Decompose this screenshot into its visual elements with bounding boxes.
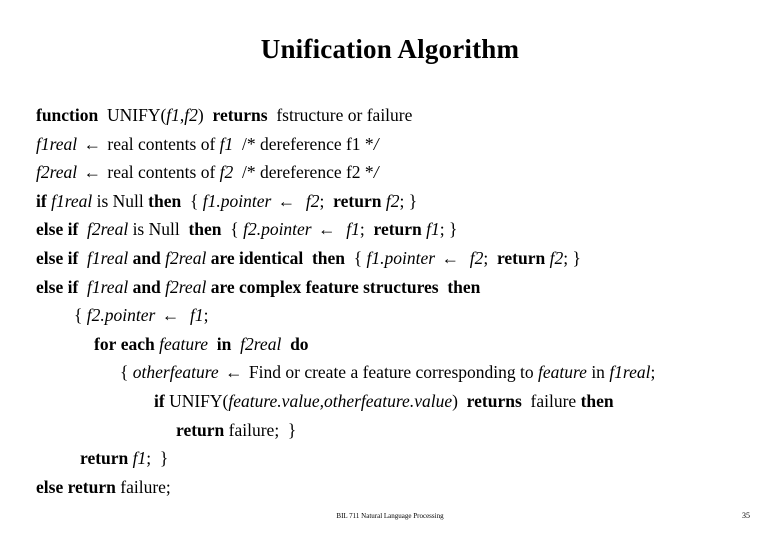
line-12-return-failure-inner: return failure; }	[176, 419, 297, 440]
page-title: Unification Algorithm	[260, 34, 520, 64]
line-10-otherfeature-assign: { otherfeature ← Find or create a featur…	[120, 362, 656, 383]
line-13-return-f1: return f1; }	[80, 448, 169, 469]
line-3-deref-f2: f2real ← real contents of f2 /* derefere…	[36, 162, 379, 183]
line-1-function-signature: function UNIFY(f1,f2) returns fstructure…	[36, 105, 413, 125]
footer-course-label: BIL 711 Natural Language Processing	[336, 512, 444, 520]
footer-page-number: 35	[742, 511, 750, 520]
line-11-if-unify-returns-failure: if UNIFY(feature.value,otherfeature.valu…	[154, 390, 614, 411]
algorithm-pseudocode-block: function UNIFY(f1,f2) returns fstructure…	[36, 101, 766, 501]
line-7-else-if-complex: else if f1real and f2real are complex fe…	[36, 276, 481, 297]
line-4-if-f1real-null: if f1real is Null then { f1.pointer ← f2…	[36, 190, 418, 211]
line-6-else-if-identical: else if f1real and f2real are identical …	[36, 247, 581, 268]
line-2-deref-f1: f1real ← real contents of f1 /* derefere…	[36, 133, 379, 154]
line-14-else-return-failure: else return failure;	[36, 476, 171, 497]
line-9-for-each-feature: for each feature in f2real do	[94, 333, 309, 354]
line-5-else-if-f2real-null: else if f2real is Null then { f2.pointer…	[36, 219, 458, 240]
line-8-open-brace-f2pointer: { f2.pointer ← f1;	[74, 305, 209, 326]
slide: Unification Algorithm function UNIFY(f1,…	[0, 0, 780, 540]
